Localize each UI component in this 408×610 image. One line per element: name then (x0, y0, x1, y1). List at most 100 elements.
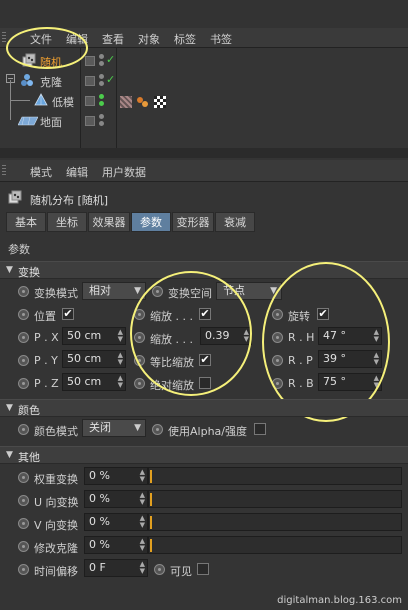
checker-tag-icon[interactable] (154, 96, 166, 108)
menu-bookmarks[interactable]: 书签 (210, 31, 232, 47)
time-offset-field[interactable]: 0 F ▲ ▼ (84, 559, 148, 577)
slider-handle[interactable] (150, 539, 152, 552)
menu-mode[interactable]: 模式 (30, 164, 52, 180)
modify-clone-field[interactable]: 0 % ▲ ▼ (84, 536, 148, 554)
layer-box[interactable] (85, 56, 95, 66)
u-transform-slider[interactable] (148, 490, 402, 508)
collapse-triangle-icon: ▼ (6, 265, 13, 275)
weight-transform-slider[interactable] (148, 467, 402, 485)
animation-radio[interactable] (18, 286, 29, 297)
texture-tag-icon[interactable] (120, 96, 132, 108)
animation-radio[interactable] (18, 424, 29, 435)
position-label: 位置 (34, 310, 56, 323)
highlight-annotation (6, 27, 88, 69)
stepper-arrows-icon[interactable]: ▲ ▼ (118, 352, 123, 366)
stepper-arrows-icon[interactable]: ▲ ▼ (140, 515, 145, 529)
tab-coordinates[interactable]: 坐标 (47, 212, 87, 232)
pz-field[interactable]: 50 cm ▲ ▼ (62, 373, 126, 391)
editor-visibility-dot[interactable] (99, 114, 104, 119)
color-mode-dropdown[interactable]: 关闭 ▼ (82, 419, 146, 437)
stepper-arrows-icon[interactable]: ▲ ▼ (140, 492, 145, 506)
field-value: 0 F (89, 561, 106, 574)
animation-radio[interactable] (134, 378, 145, 389)
collapse-triangle-icon: ▼ (6, 450, 13, 460)
layer-box[interactable] (85, 76, 95, 86)
menu-tags[interactable]: 标签 (174, 31, 196, 47)
menu-user-data[interactable]: 用户数据 (102, 164, 146, 180)
animation-radio[interactable] (18, 472, 29, 483)
animation-radio[interactable] (18, 332, 29, 343)
render-visibility-dot[interactable] (99, 61, 104, 66)
object-row-low-poly[interactable]: 低模 (0, 80, 408, 110)
object-row-floor[interactable]: 地面 (0, 100, 408, 130)
tab-falloff[interactable]: 衰减 (215, 212, 255, 232)
render-visibility-dot[interactable] (99, 101, 104, 106)
menu-view[interactable]: 查看 (102, 31, 124, 47)
animation-radio[interactable] (18, 495, 29, 506)
stepper-arrows-icon[interactable]: ▲ ▼ (140, 469, 145, 483)
grip-handle[interactable] (2, 32, 6, 44)
editor-visibility-dot[interactable] (99, 54, 104, 59)
field-value: 0 % (89, 469, 110, 482)
menu-objects[interactable]: 对象 (138, 31, 160, 47)
editor-visibility-dot[interactable] (99, 94, 104, 99)
use-alpha-checkbox[interactable] (254, 423, 266, 435)
animation-radio[interactable] (152, 424, 163, 435)
animation-radio[interactable] (154, 564, 165, 575)
animation-radio[interactable] (18, 355, 29, 366)
cloner-icon (20, 73, 34, 87)
editor-visibility-dot[interactable] (99, 74, 104, 79)
animation-radio[interactable] (18, 518, 29, 529)
group-title: 其他 (18, 451, 40, 464)
use-alpha-label: 使用Alpha/强度 (168, 425, 247, 438)
stepper-arrows-icon[interactable]: ▲ ▼ (118, 375, 123, 389)
dropdown-value: 相对 (89, 284, 111, 297)
attribute-title: 随机分布 [随机] (30, 194, 109, 207)
animation-radio[interactable] (18, 564, 29, 575)
py-field[interactable]: 50 cm ▲ ▼ (62, 350, 126, 368)
object-row-cloner[interactable]: − 克隆 (0, 70, 408, 90)
animation-radio[interactable] (18, 309, 29, 320)
highlight-annotation (130, 271, 252, 396)
render-visibility-dot[interactable] (99, 81, 104, 86)
transform-mode-dropdown[interactable]: 相对 ▼ (82, 282, 146, 300)
slider-handle[interactable] (150, 493, 152, 506)
weight-transform-field[interactable]: 0 % ▲ ▼ (84, 467, 148, 485)
position-checkbox[interactable]: ✔ (62, 308, 74, 320)
tab-effector[interactable]: 效果器 (88, 212, 130, 232)
slider-handle[interactable] (150, 470, 152, 483)
stepper-arrows-icon[interactable]: ▲ ▼ (140, 538, 145, 552)
layer-box[interactable] (85, 96, 95, 106)
group-header-color[interactable]: ▼ 颜色 (0, 399, 408, 417)
tab-deformer[interactable]: 变形器 (172, 212, 214, 232)
v-transform-field[interactable]: 0 % ▲ ▼ (84, 513, 148, 531)
material-tag-icon[interactable] (136, 96, 148, 108)
attribute-manager-menubar: 模式 编辑 用户数据 (0, 160, 408, 182)
stepper-arrows-icon[interactable]: ▲ ▼ (140, 561, 145, 575)
field-value: 0 % (89, 492, 110, 505)
slider-handle[interactable] (150, 516, 152, 529)
field-value: 0 % (89, 538, 110, 551)
field-value: 50 cm (67, 329, 102, 342)
floor-icon (17, 113, 39, 127)
modify-clone-slider[interactable] (148, 536, 402, 554)
stepper-arrows-icon[interactable]: ▲ ▼ (118, 329, 123, 343)
u-transform-field[interactable]: 0 % ▲ ▼ (84, 490, 148, 508)
enabled-check-icon[interactable]: ✓ (106, 53, 115, 66)
layer-box[interactable] (85, 116, 95, 126)
dropdown-value: 关闭 (89, 421, 111, 434)
visible-checkbox[interactable] (197, 563, 209, 575)
tab-parameters[interactable]: 参数 (131, 212, 171, 232)
menu-edit[interactable]: 编辑 (66, 164, 88, 180)
grip-handle[interactable] (2, 165, 6, 177)
tab-basic[interactable]: 基本 (6, 212, 46, 232)
enabled-check-icon[interactable]: ✓ (106, 73, 115, 86)
animation-radio[interactable] (18, 541, 29, 552)
px-field[interactable]: 50 cm ▲ ▼ (62, 327, 126, 345)
field-value: 50 cm (67, 375, 102, 388)
group-header-other[interactable]: ▼ 其他 (0, 446, 408, 464)
object-name-cloner: 克隆 (40, 76, 62, 89)
render-visibility-dot[interactable] (99, 121, 104, 126)
v-transform-slider[interactable] (148, 513, 402, 531)
animation-radio[interactable] (18, 378, 29, 389)
